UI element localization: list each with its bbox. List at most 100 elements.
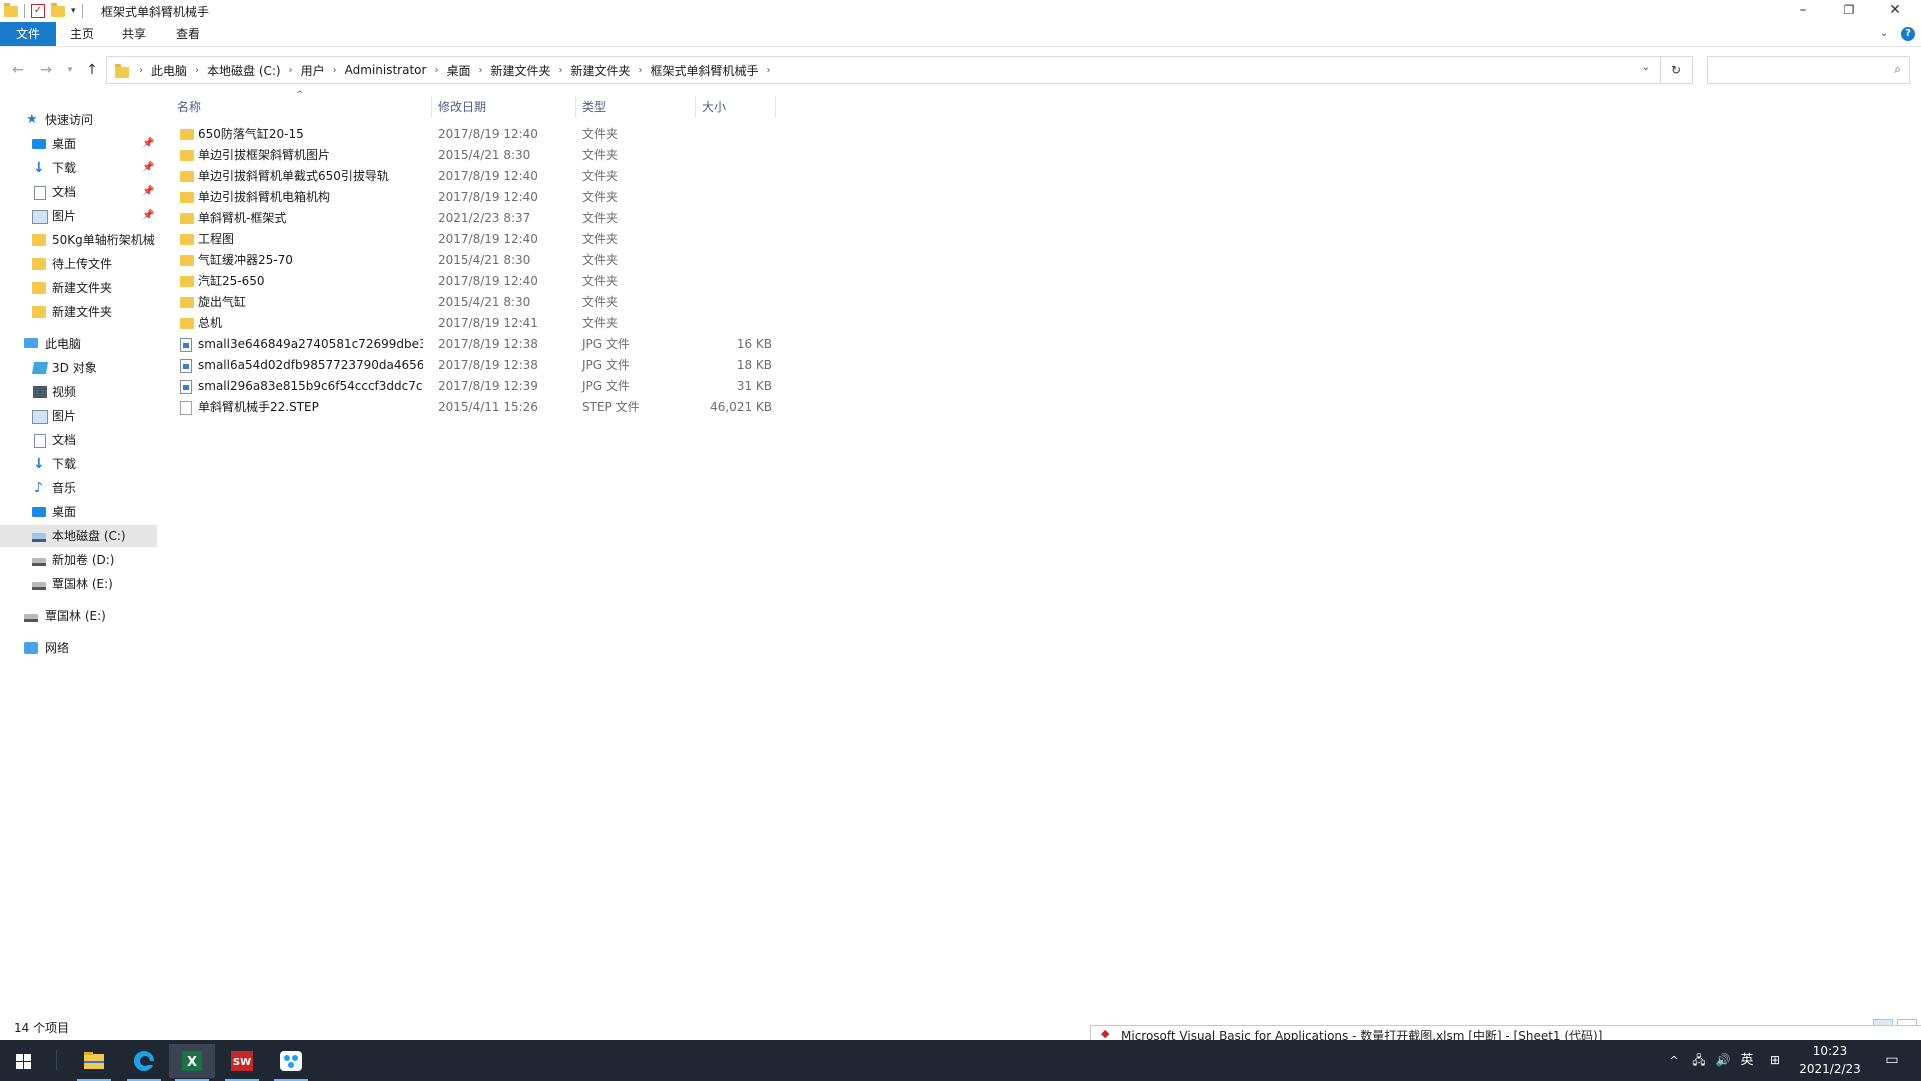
ime-indicator[interactable]: 英 <box>1736 1040 1758 1081</box>
notification-center-icon[interactable]: ▭ <box>1872 1040 1912 1081</box>
address-history-dropdown[interactable]: ⌄ <box>1642 62 1650 73</box>
pin-icon[interactable]: 📌 <box>142 205 154 227</box>
sidebar-item-pictures[interactable]: 图片 📌 <box>0 205 157 227</box>
column-divider[interactable] <box>775 96 776 118</box>
table-row[interactable]: 单斜臂机-框架式 2021/2/23 8:37 文件夹 <box>172 208 772 229</box>
start-button[interactable] <box>0 1044 48 1078</box>
tab-file[interactable]: 文件 <box>0 22 56 46</box>
tab-view[interactable]: 查看 <box>162 22 214 46</box>
sidebar-item-desktop[interactable]: 桌面 📌 <box>0 133 157 155</box>
sidebar-item-documents[interactable]: 文档 <box>0 429 157 451</box>
sidebar-item-drive-d[interactable]: 新加卷 (D:) <box>0 549 157 571</box>
breadcrumb-item[interactable]: 本地磁盘 (C:) <box>201 62 287 79</box>
network-app-icon[interactable] <box>268 1044 314 1081</box>
sidebar-item-videos[interactable]: 视频 <box>0 381 157 403</box>
search-box[interactable]: ⌕ <box>1707 56 1910 84</box>
table-row[interactable]: 单斜臂机械手22.STEP 2015/4/11 15:26 STEP 文件 46,02… <box>172 397 772 418</box>
address-bar[interactable]: › 此电脑 › 本地磁盘 (C:) › 用户 › Administrator ›… <box>106 56 1661 84</box>
chevron-right-icon[interactable]: › <box>765 65 773 76</box>
sidebar-item-desktop[interactable]: 桌面 <box>0 501 157 523</box>
sidebar-item-downloads[interactable]: ↓ 下载 <box>0 453 157 475</box>
search-icon[interactable]: ⌕ <box>1894 62 1901 77</box>
customize-qat-icon[interactable]: ▾ <box>71 6 76 16</box>
tab-home[interactable]: 主页 <box>56 22 108 46</box>
up-button[interactable]: ↑ <box>80 60 104 80</box>
back-button[interactable]: ← <box>6 60 30 80</box>
sidebar-item-drive-e-root[interactable]: 覃国林 (E:) <box>0 605 157 627</box>
expand-ribbon-icon[interactable]: ⌄ <box>1880 28 1888 39</box>
sidebar-item-folder[interactable]: 新建文件夹 <box>0 277 157 299</box>
table-row[interactable]: small6a54d02dfb9857723790da4656... 2017/8… <box>172 355 772 376</box>
system-clock[interactable]: 10:23 2021/2/23 <box>1785 1042 1875 1078</box>
table-row[interactable]: 工程图 2017/8/19 12:40 文件夹 <box>172 229 772 250</box>
breadcrumb-item[interactable]: Administrator <box>339 63 433 77</box>
column-header-size[interactable]: 大小 <box>702 96 772 118</box>
sidebar-item-folder[interactable]: 新建文件夹 <box>0 301 157 323</box>
chevron-right-icon[interactable]: › <box>556 65 564 76</box>
breadcrumb-item[interactable]: 新建文件夹 <box>484 62 556 79</box>
column-header-type[interactable]: 类型 <box>582 96 692 118</box>
file-explorer-icon[interactable] <box>71 1044 117 1081</box>
sidebar-item-network[interactable]: 网络 <box>0 637 157 659</box>
column-divider[interactable] <box>695 96 696 118</box>
table-row[interactable]: 650防落气缸20-15 2017/8/19 12:40 文件夹 <box>172 124 772 145</box>
close-button[interactable]: ✕ <box>1872 0 1918 22</box>
help-icon[interactable]: ? <box>1901 27 1915 41</box>
forward-button[interactable]: → <box>34 60 58 80</box>
breadcrumb-item[interactable]: 框架式单斜臂机械手 <box>645 62 765 79</box>
column-header-date[interactable]: 修改日期 <box>438 96 578 118</box>
chevron-right-icon[interactable]: › <box>287 65 295 76</box>
recent-locations-button[interactable]: ▾ <box>58 60 82 80</box>
properties-icon[interactable]: ✓ <box>31 4 45 18</box>
sidebar-item-drive-c[interactable]: 本地磁盘 (C:) <box>0 525 157 547</box>
refresh-button[interactable]: ↻ <box>1660 56 1693 84</box>
breadcrumb-item[interactable]: 桌面 <box>440 62 476 79</box>
sidebar-item-quick-access[interactable]: ★ 快速访问 <box>0 109 157 131</box>
breadcrumb-item[interactable]: 此电脑 <box>145 62 193 79</box>
excel-icon[interactable]: X <box>169 1044 215 1081</box>
sidebar-item-pictures[interactable]: 图片 <box>0 405 157 427</box>
table-row[interactable]: 旋出气缸 2015/4/21 8:30 文件夹 <box>172 292 772 313</box>
restore-button[interactable]: ❐ <box>1826 0 1872 22</box>
sidebar-item-folder[interactable]: 50Kg单轴桁架机械 <box>0 229 157 251</box>
sidebar-item-downloads[interactable]: ↓ 下载 📌 <box>0 157 157 179</box>
table-row[interactable]: small3e646849a2740581c72699dbe3... 2017/8… <box>172 334 772 355</box>
chevron-right-icon[interactable]: › <box>193 65 201 76</box>
solidworks-icon[interactable]: SW <box>219 1044 265 1081</box>
network-status-icon[interactable]: 🖧 <box>1688 1040 1710 1081</box>
chevron-right-icon[interactable]: › <box>432 65 440 76</box>
edge-icon[interactable] <box>121 1044 167 1081</box>
column-divider[interactable] <box>575 96 576 118</box>
breadcrumb-item[interactable]: 用户 <box>295 62 331 79</box>
volume-icon[interactable]: 🔊 <box>1712 1040 1734 1081</box>
minimize-button[interactable]: – <box>1780 0 1826 22</box>
sidebar-item-music[interactable]: ♪ 音乐 <box>0 477 157 499</box>
background-window[interactable]: ◆ Microsoft Visual Basic for Application… <box>1090 1025 1921 1040</box>
file-type: JPG 文件 <box>582 379 630 393</box>
sidebar-item-documents[interactable]: 文档 📌 <box>0 181 157 203</box>
breadcrumb-item[interactable]: 新建文件夹 <box>564 62 636 79</box>
table-row[interactable]: 单边引拔斜臂机电箱机构 2017/8/19 12:40 文件夹 <box>172 187 772 208</box>
column-divider[interactable] <box>431 96 432 118</box>
sidebar-item-3d-objects[interactable]: 3D 对象 <box>0 357 157 379</box>
sidebar-item-this-pc[interactable]: 此电脑 <box>0 333 157 355</box>
table-row[interactable]: 单边引拔斜臂机单截式650引拔导轨 2017/8/19 12:40 文件夹 <box>172 166 772 187</box>
chevron-right-icon[interactable]: › <box>476 65 484 76</box>
new-folder-icon[interactable] <box>51 2 65 17</box>
table-row[interactable]: 气缸缓冲器25-70 2015/4/21 8:30 文件夹 <box>172 250 772 271</box>
table-row[interactable]: 汽缸25-650 2017/8/19 12:40 文件夹 <box>172 271 772 292</box>
show-hidden-icons-icon[interactable]: ^ <box>1664 1040 1684 1081</box>
table-row[interactable]: 单边引拔框架斜臂机图片 2015/4/21 8:30 文件夹 <box>172 145 772 166</box>
pin-icon[interactable]: 📌 <box>142 133 154 155</box>
chevron-right-icon[interactable]: › <box>331 65 339 76</box>
tab-share[interactable]: 共享 <box>108 22 160 46</box>
search-input[interactable] <box>1714 57 1888 83</box>
table-row[interactable]: small296a83e815b9c6f54cccf3ddc7c6... 2017… <box>172 376 772 397</box>
pin-icon[interactable]: 📌 <box>142 181 154 203</box>
pin-icon[interactable]: 📌 <box>142 157 154 179</box>
input-mode-icon[interactable]: ⊞ <box>1764 1040 1786 1081</box>
chevron-right-icon[interactable]: › <box>637 65 645 76</box>
sidebar-item-drive-e[interactable]: 覃国林 (E:) <box>0 573 157 595</box>
sidebar-item-folder[interactable]: 待上传文件 <box>0 253 157 275</box>
table-row[interactable]: 总机 2017/8/19 12:41 文件夹 <box>172 313 772 334</box>
